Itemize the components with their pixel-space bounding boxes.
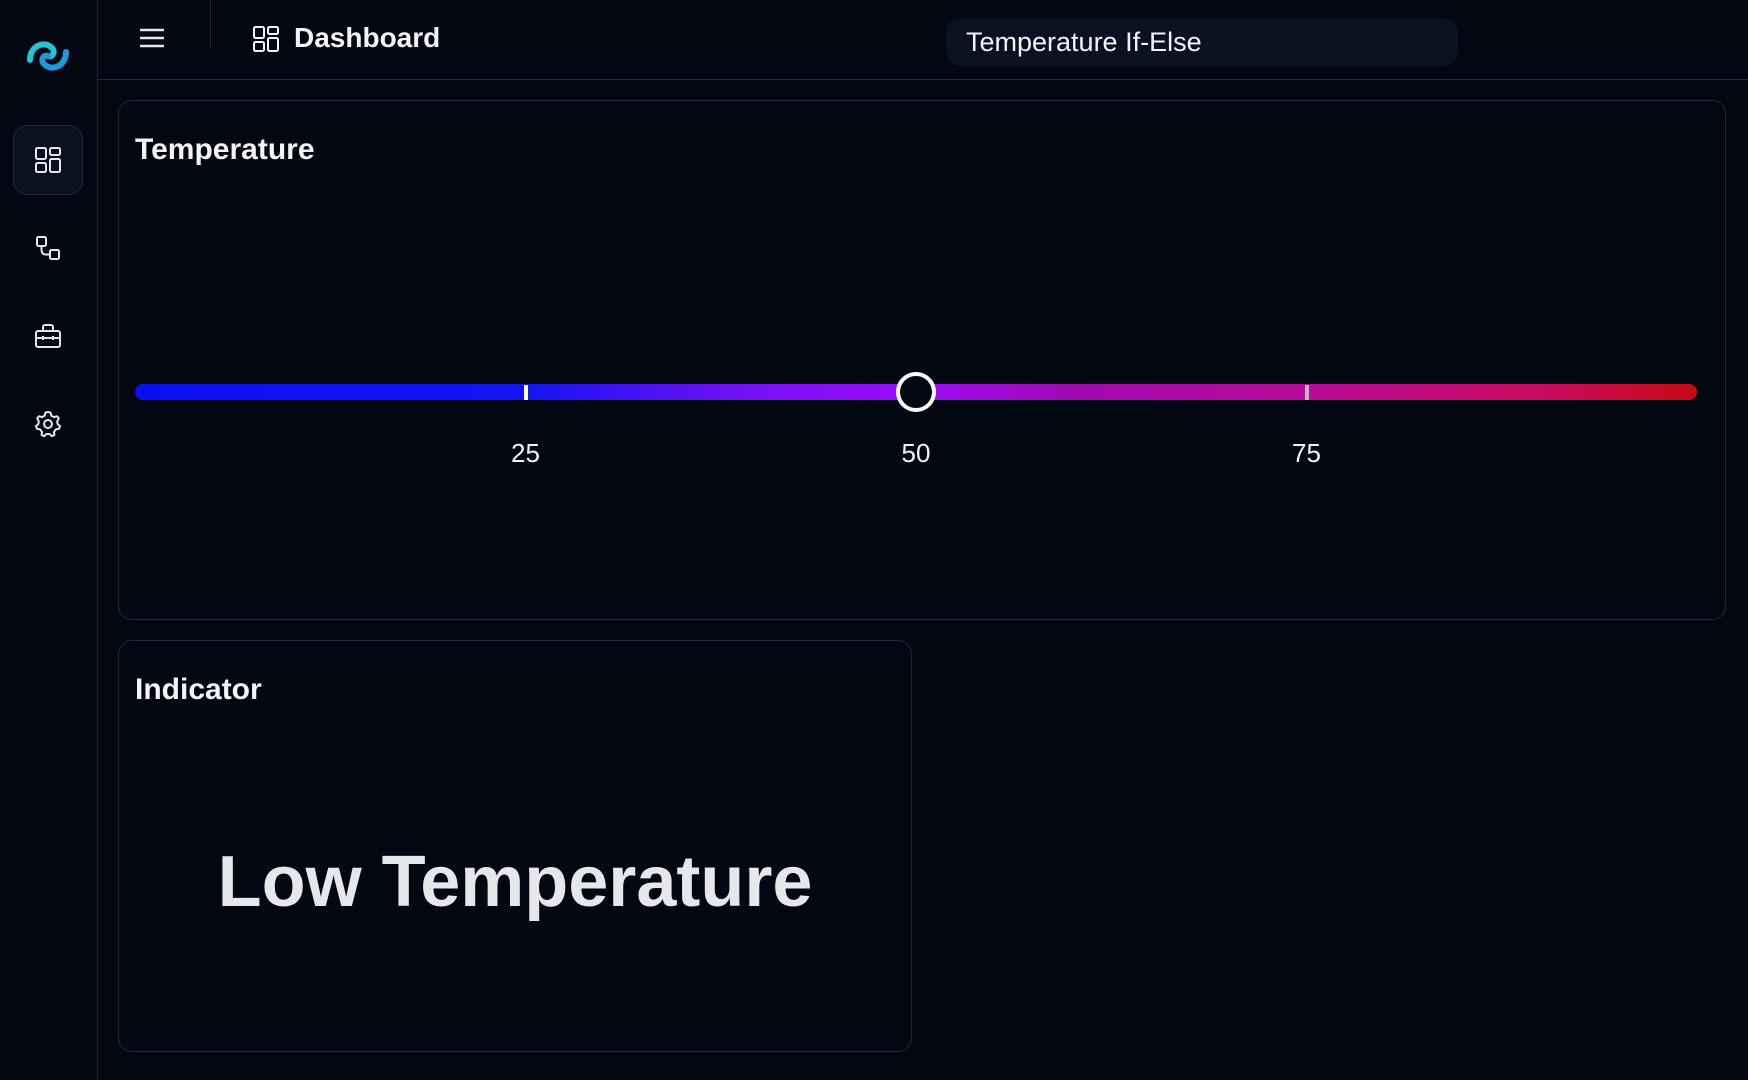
hamburger-menu-icon[interactable] bbox=[136, 22, 168, 54]
sidebar-item-flows[interactable] bbox=[13, 213, 83, 283]
temperature-slider-thumb[interactable] bbox=[896, 372, 936, 412]
top-bar: Dashboard Temperature If-Else bbox=[98, 0, 1748, 80]
page-title: Dashboard bbox=[294, 22, 441, 53]
sidebar bbox=[0, 0, 98, 1080]
sidebar-item-settings[interactable] bbox=[13, 389, 83, 459]
tick-label: 50 bbox=[901, 438, 931, 468]
slider-tick-25 bbox=[523, 385, 528, 400]
flow-icon bbox=[36, 236, 60, 260]
dashboard-icon bbox=[35, 147, 61, 173]
flow-name-field[interactable]: Temperature If-Else bbox=[946, 18, 1458, 66]
dashboard-icon bbox=[251, 24, 281, 54]
sidebar-item-dashboard[interactable] bbox=[13, 125, 83, 195]
sidebar-item-toolbox[interactable] bbox=[13, 301, 83, 371]
toolbox-icon bbox=[35, 324, 61, 348]
tick-label: 25 bbox=[511, 438, 540, 468]
divider bbox=[210, 0, 211, 48]
card-title: Indicator bbox=[135, 673, 262, 706]
indicator-text: Low Temperature bbox=[217, 842, 813, 922]
temperature-card: Temperature 25 50 75 bbox=[118, 100, 1726, 620]
indicator-card: Indicator Low Temperature bbox=[118, 640, 912, 1052]
gear-icon bbox=[35, 411, 61, 438]
card-title: Temperature bbox=[135, 133, 315, 166]
slider-tick-75 bbox=[1304, 385, 1309, 400]
tick-label: 75 bbox=[1292, 438, 1321, 468]
app-logo-icon[interactable] bbox=[22, 30, 74, 82]
